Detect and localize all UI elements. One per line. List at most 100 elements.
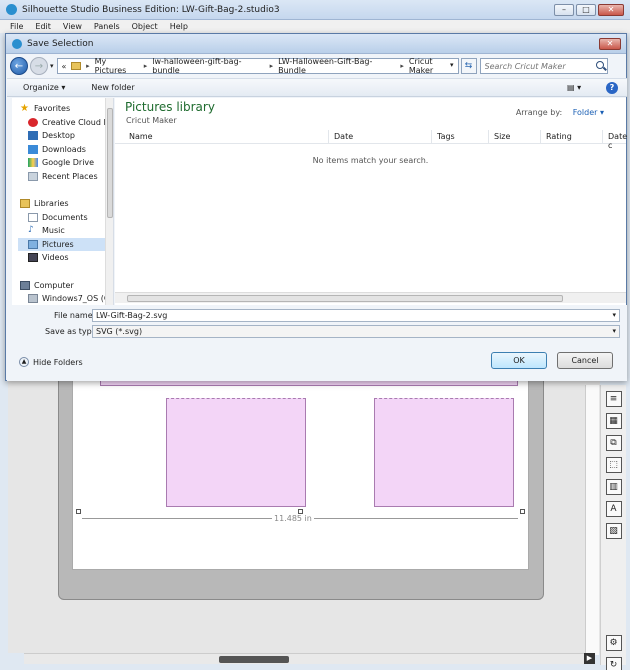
settings-gear-icon[interactable]: ⚙	[605, 635, 622, 651]
horizontal-scrollbar[interactable]	[24, 653, 594, 664]
menu-edit[interactable]: Edit	[35, 20, 51, 33]
nav-label: Videos	[42, 253, 69, 262]
menu-file[interactable]: File	[10, 20, 23, 33]
library-subtitle: Cricut Maker	[126, 116, 177, 125]
search-box[interactable]	[479, 58, 608, 74]
refresh-button[interactable]: ⇆	[460, 58, 477, 74]
column-divider[interactable]	[602, 130, 603, 144]
nav-label: Creative Cloud Fi	[42, 118, 110, 127]
column-divider[interactable]	[540, 130, 541, 144]
menu-view[interactable]: View	[63, 20, 82, 33]
nav-scrollbar[interactable]	[105, 98, 113, 305]
column-size[interactable]: Size	[494, 132, 510, 141]
close-button[interactable]: ✕	[598, 4, 624, 16]
selection-handle[interactable]	[76, 509, 81, 514]
save-type-value[interactable]: SVG (*.svg)	[96, 327, 142, 336]
file-name-input[interactable]: LW-Gift-Bag-2.svg ▾	[92, 309, 620, 322]
nav-item-pictures[interactable]: Pictures	[18, 238, 107, 251]
design-shape-right[interactable]	[374, 398, 514, 507]
star-icon: ★	[20, 103, 29, 114]
organize-button[interactable]: Organize ▾	[23, 83, 65, 92]
nav-label: Windows7_OS (C	[42, 294, 110, 303]
nav-item-windows-drive[interactable]: Windows7_OS (C	[28, 292, 113, 305]
nav-favorites[interactable]: ★ Favorites	[20, 102, 113, 115]
menu-panels[interactable]: Panels	[94, 20, 120, 33]
dialog-toolbar: Organize ▾ New folder ▤ ▾ ?	[7, 78, 627, 97]
nav-item-music[interactable]: ♪ Music	[28, 224, 113, 237]
breadcrumb-item[interactable]: My Pictures	[95, 57, 139, 75]
ok-button[interactable]: OK	[491, 352, 547, 369]
selection-handle[interactable]	[520, 509, 525, 514]
save-type-select[interactable]: SVG (*.svg) ▾	[92, 325, 620, 338]
forward-arrow-icon[interactable]: →	[30, 57, 48, 75]
nav-item-documents[interactable]: Documents	[28, 211, 113, 224]
history-dropdown-icon[interactable]: ▾	[50, 62, 54, 70]
search-input[interactable]	[480, 59, 589, 73]
column-tags[interactable]: Tags	[437, 132, 455, 141]
search-icon[interactable]	[595, 61, 604, 69]
nav-libraries[interactable]: Libraries	[20, 197, 113, 210]
pattern-tool-icon[interactable]: ▧	[605, 523, 622, 539]
column-divider[interactable]	[488, 130, 489, 144]
dialog-title: Save Selection	[27, 38, 94, 49]
chevron-down-icon[interactable]: ▾	[612, 310, 616, 321]
minimize-button[interactable]: –	[554, 4, 574, 16]
breadcrumb-item[interactable]: LW-Halloween-Gift-Bag-Bundle	[278, 57, 395, 75]
address-dropdown-icon[interactable]: ▾	[450, 61, 454, 69]
menu-help[interactable]: Help	[170, 20, 188, 33]
shape-tool-icon[interactable]: ≡	[605, 391, 622, 407]
menu-object[interactable]: Object	[132, 20, 158, 33]
back-arrow-icon[interactable]: ←	[10, 57, 28, 75]
hide-folders-toggle[interactable]: ▲ Hide Folders	[19, 357, 83, 367]
nav-label: Desktop	[42, 131, 75, 140]
nav-item-google-drive[interactable]: Google Drive	[28, 156, 113, 169]
dialog-close-button[interactable]: ✕	[599, 38, 621, 50]
column-divider[interactable]	[431, 130, 432, 144]
navigation-pane: ★ Favorites Creative Cloud Fi Desktop Do…	[12, 98, 114, 305]
nav-item-recent-places[interactable]: Recent Places	[28, 170, 113, 183]
new-folder-button[interactable]: New folder	[91, 83, 134, 92]
column-date-created[interactable]: Date c	[608, 132, 627, 150]
column-date[interactable]: Date	[334, 132, 353, 141]
videos-icon	[28, 253, 38, 262]
maximize-button[interactable]: □	[576, 4, 596, 16]
knife-tool-icon[interactable]: ▥	[605, 479, 622, 495]
help-icon[interactable]: ?	[606, 82, 618, 94]
address-row: ← → ▾ « ▸ My Pictures ▸ lw-halloween-gif…	[10, 56, 624, 76]
file-name-value[interactable]: LW-Gift-Bag-2.svg	[96, 311, 167, 320]
chevron-right-icon[interactable]: ▸	[270, 62, 274, 70]
file-list-scrollbar[interactable]	[115, 292, 626, 303]
scroll-thumb[interactable]	[127, 295, 563, 302]
refresh-icon[interactable]: ↻	[605, 657, 622, 670]
nav-computer[interactable]: Computer	[20, 279, 113, 292]
scroll-thumb[interactable]	[219, 656, 289, 663]
design-shape-left[interactable]	[166, 398, 306, 507]
view-options-button[interactable]: ▤ ▾	[567, 83, 589, 94]
transform-tool-icon[interactable]: ⬚	[605, 457, 622, 473]
column-rating[interactable]: Rating	[546, 132, 572, 141]
music-icon: ♪	[28, 225, 34, 235]
nav-item-videos[interactable]: Videos	[28, 251, 113, 264]
breadcrumb-overflow[interactable]: «	[62, 62, 67, 71]
text-tool-icon[interactable]: A	[605, 501, 622, 517]
silhouette-app-icon	[6, 4, 17, 15]
arrange-dropdown[interactable]: Folder ▾	[573, 108, 604, 117]
nav-item-downloads[interactable]: Downloads	[28, 143, 113, 156]
chevron-right-icon[interactable]: ▸	[400, 62, 404, 70]
nav-item-creative-cloud[interactable]: Creative Cloud Fi	[28, 116, 113, 129]
nav-label: Recent Places	[42, 172, 98, 181]
scroll-thumb[interactable]	[107, 108, 113, 218]
chevron-right-icon[interactable]: ▸	[144, 62, 148, 70]
cancel-button[interactable]: Cancel	[557, 352, 613, 369]
libraries-icon	[20, 199, 30, 208]
empty-message: No items match your search.	[312, 156, 429, 165]
replicate-tool-icon[interactable]: ⧉	[605, 435, 622, 451]
fill-tool-icon[interactable]: ▦	[605, 413, 622, 429]
nav-item-desktop[interactable]: Desktop	[28, 129, 113, 142]
column-divider[interactable]	[328, 130, 329, 144]
address-bar[interactable]: « ▸ My Pictures ▸ lw-halloween-gift-bag-…	[56, 57, 459, 75]
column-name[interactable]: Name	[129, 132, 153, 141]
scroll-right-arrow-icon[interactable]: ▶	[584, 653, 595, 664]
breadcrumb-item[interactable]: lw-halloween-gift-bag-bundle	[152, 57, 264, 75]
chevron-down-icon[interactable]: ▾	[612, 326, 616, 337]
